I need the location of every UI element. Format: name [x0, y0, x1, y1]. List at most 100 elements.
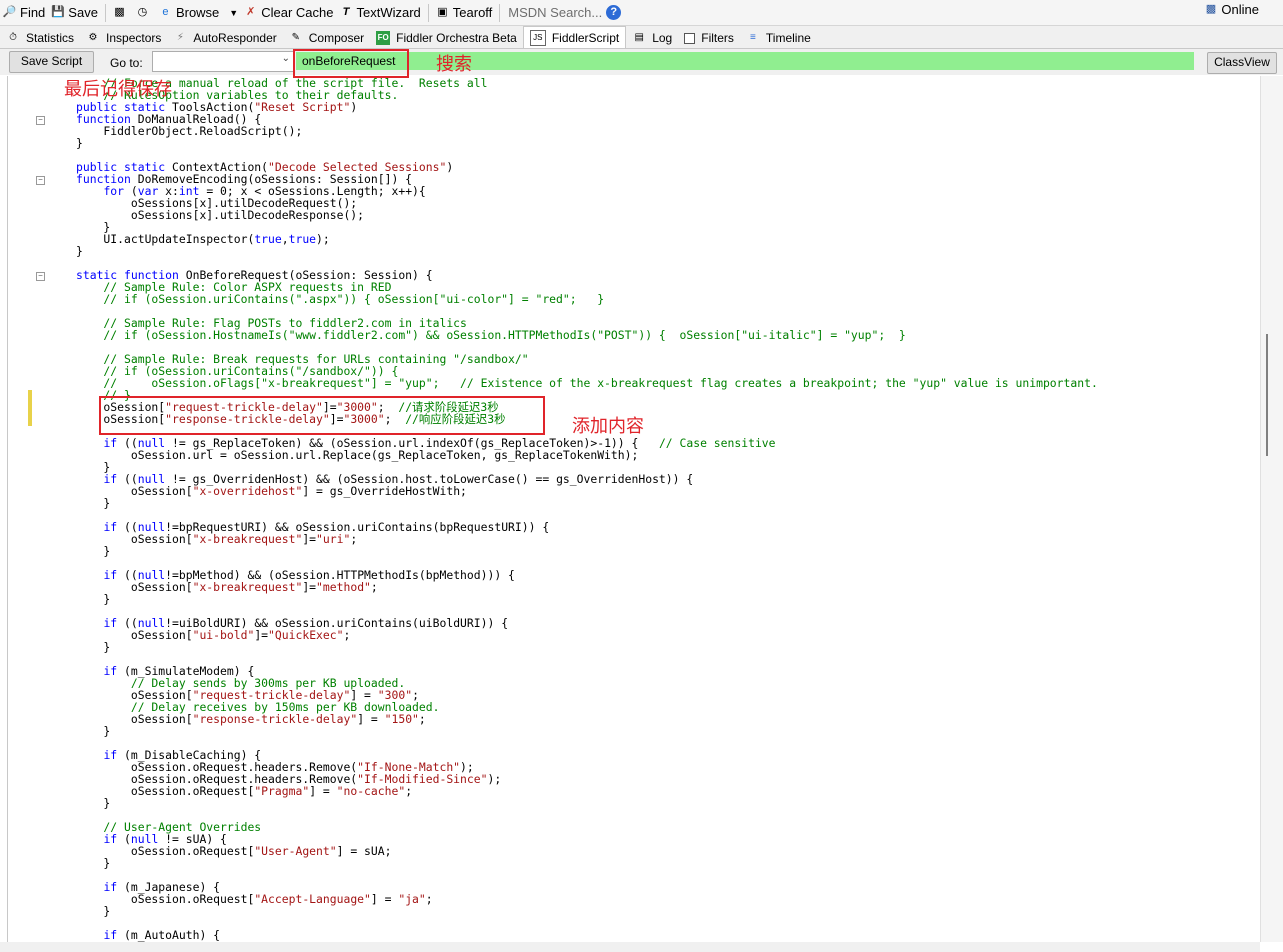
online-status[interactable]: ▩ Online: [1203, 2, 1259, 17]
code-token: // oSession.oFlags["x-breakrequest"] = "…: [76, 376, 1098, 390]
code-line[interactable]: UI.actUpdateInspector(true,true);: [76, 233, 1098, 245]
code-token: true: [254, 232, 282, 246]
tab-timeline[interactable]: ≡ Timeline: [740, 28, 817, 48]
vertical-scrollbar[interactable]: [1260, 76, 1283, 942]
code-line[interactable]: }: [76, 137, 1098, 149]
tab-inspectors[interactable]: ⚙ Inspectors: [80, 28, 167, 48]
code-line[interactable]: oSession.oRequest["User-Agent"] = sUA;: [76, 845, 1098, 857]
code-line[interactable]: }: [76, 497, 1098, 509]
horizontal-scrollbar[interactable]: [0, 942, 1260, 952]
code-token: }: [76, 244, 83, 258]
code-line[interactable]: oSession["x-breakrequest"]="uri";: [76, 533, 1098, 545]
fold-toggle[interactable]: −: [36, 176, 45, 185]
code-line[interactable]: oSession.oRequest["Pragma"] = "no-cache"…: [76, 785, 1098, 797]
fold-toggle[interactable]: −: [36, 272, 45, 281]
tab-statistics[interactable]: ⏱ Statistics: [0, 28, 80, 48]
code-token: "QuickExec": [268, 628, 344, 642]
code-token: // if (oSession.uriContains(".aspx")) { …: [76, 292, 605, 306]
help-icon[interactable]: ?: [606, 5, 622, 20]
code-line[interactable]: }: [76, 725, 1098, 737]
code-line[interactable]: FiddlerObject.ReloadScript();: [76, 125, 1098, 137]
find-button[interactable]: 🔎 Find: [0, 2, 48, 24]
log-icon: ▤: [634, 32, 644, 43]
code-token: ;: [350, 532, 358, 546]
code-token: ]=: [254, 628, 269, 642]
script-editor[interactable]: − − − // Force a manual reload of the sc…: [7, 76, 1260, 952]
msdn-search-input[interactable]: MSDN Search...: [504, 5, 606, 20]
goto-dropdown[interactable]: ⌄: [152, 51, 294, 72]
timeline-icon: ≡: [749, 32, 756, 43]
code-line[interactable]: oSession["ui-bold"]="QuickExec";: [76, 629, 1098, 641]
code-token: "User-Agent": [254, 844, 337, 858]
search-note: 搜索: [436, 54, 472, 75]
code-line[interactable]: oSessions[x].utilDecodeResponse();: [76, 209, 1098, 221]
tearoff-button[interactable]: ▣ Tearoff: [433, 2, 496, 24]
screenshot-button[interactable]: ▩: [110, 2, 133, 24]
code-line[interactable]: }: [76, 641, 1098, 653]
toolbar-separator: [104, 3, 106, 22]
scrollbar-thumb[interactable]: [1266, 334, 1268, 456]
text-icon: T: [342, 6, 350, 18]
textwizard-label: TextWizard: [356, 5, 421, 20]
tearoff-label: Tearoff: [452, 5, 493, 20]
tab-label: FiddlerScript: [551, 30, 620, 45]
tab-autoresponder[interactable]: ⚡ AutoResponder: [167, 28, 282, 48]
code-line[interactable]: // oSession.oFlags["x-breakrequest"] = "…: [76, 376, 1098, 390]
code-line[interactable]: }: [76, 905, 1098, 917]
classview-button[interactable]: ClassView: [1207, 52, 1277, 74]
code-line[interactable]: }: [76, 593, 1098, 605]
tab-fiddler-orchestra[interactable]: FO Fiddler Orchestra Beta: [370, 28, 523, 48]
tab-strip: ⏱ Statistics ⚙ Inspectors ⚡ AutoResponde…: [0, 26, 1283, 49]
save-note: 最后记得保存: [64, 79, 172, 100]
code-line[interactable]: }: [76, 857, 1098, 869]
save-script-button[interactable]: Save Script: [9, 51, 94, 73]
toolbar-separator: [499, 3, 501, 22]
code-line[interactable]: oSession.oRequest["Accept-Language"] = "…: [76, 893, 1098, 905]
compose-icon: ✎: [291, 32, 300, 43]
code-token: );: [316, 232, 330, 246]
code-token: "ui-bold": [192, 628, 255, 642]
code-line[interactable]: oSession["x-overridehost"] = gs_Override…: [76, 485, 1098, 497]
code-line[interactable]: oSession.url = oSession.url.Replace(gs_R…: [76, 449, 1098, 461]
code-token: }: [76, 796, 111, 810]
code-token: ;: [370, 580, 378, 594]
add-note: 添加内容: [572, 416, 644, 437]
code-token: "x-breakrequest": [192, 532, 303, 546]
script-icon: JS: [529, 29, 546, 46]
code-line[interactable]: // if (oSession.uriContains(".aspx")) { …: [76, 293, 1098, 305]
code-token: ;: [405, 784, 413, 798]
save-button[interactable]: 💾 Save: [48, 2, 101, 24]
chevron-down-icon[interactable]: ▼: [229, 8, 238, 18]
browse-button[interactable]: e Browse ▼: [156, 2, 241, 24]
code-line[interactable]: }: [76, 245, 1098, 257]
fold-toggle[interactable]: −: [36, 116, 45, 125]
code-line[interactable]: [76, 917, 1098, 929]
tab-composer[interactable]: ✎ Composer: [283, 28, 370, 48]
code-text[interactable]: // Force a manual reload of the script f…: [76, 77, 1098, 941]
chevron-down-icon: ⌄: [281, 53, 290, 64]
code-line[interactable]: oSession["x-breakrequest"]="method";: [76, 581, 1098, 593]
tab-filters[interactable]: Filters: [678, 28, 740, 48]
code-token: "ja": [398, 892, 426, 906]
code-line[interactable]: }: [76, 797, 1098, 809]
timer-button[interactable]: ◷: [133, 2, 156, 24]
code-line[interactable]: // if (oSession.HostnameIs("www.fiddler2…: [76, 329, 1098, 341]
code-line[interactable]: if (m_AutoAuth) {: [76, 929, 1098, 941]
code-token: "150": [384, 712, 419, 726]
code-line[interactable]: [76, 869, 1098, 881]
code-token: // if (oSession.HostnameIs("www.fiddler2…: [76, 328, 906, 342]
save-label: Save: [68, 5, 98, 20]
online-label: Online: [1221, 2, 1259, 17]
tab-log[interactable]: ▤ Log: [626, 28, 678, 48]
code-line[interactable]: // User-Agent Overrides: [76, 821, 1098, 833]
code-line[interactable]: }: [76, 545, 1098, 557]
textwizard-button[interactable]: T TextWizard: [336, 2, 423, 24]
code-token: ] =: [357, 712, 385, 726]
clear-cache-label: Clear Cache: [261, 5, 334, 20]
code-token: ;: [418, 712, 426, 726]
code-line[interactable]: oSession["response-trickle-delay"] = "15…: [76, 713, 1098, 725]
search-input[interactable]: onBeforeRequest: [296, 52, 1194, 70]
fo-icon: FO: [376, 31, 391, 45]
tab-fiddlerscript[interactable]: JS FiddlerScript: [522, 26, 627, 48]
clear-cache-button[interactable]: ✗ Clear Cache: [241, 2, 336, 24]
